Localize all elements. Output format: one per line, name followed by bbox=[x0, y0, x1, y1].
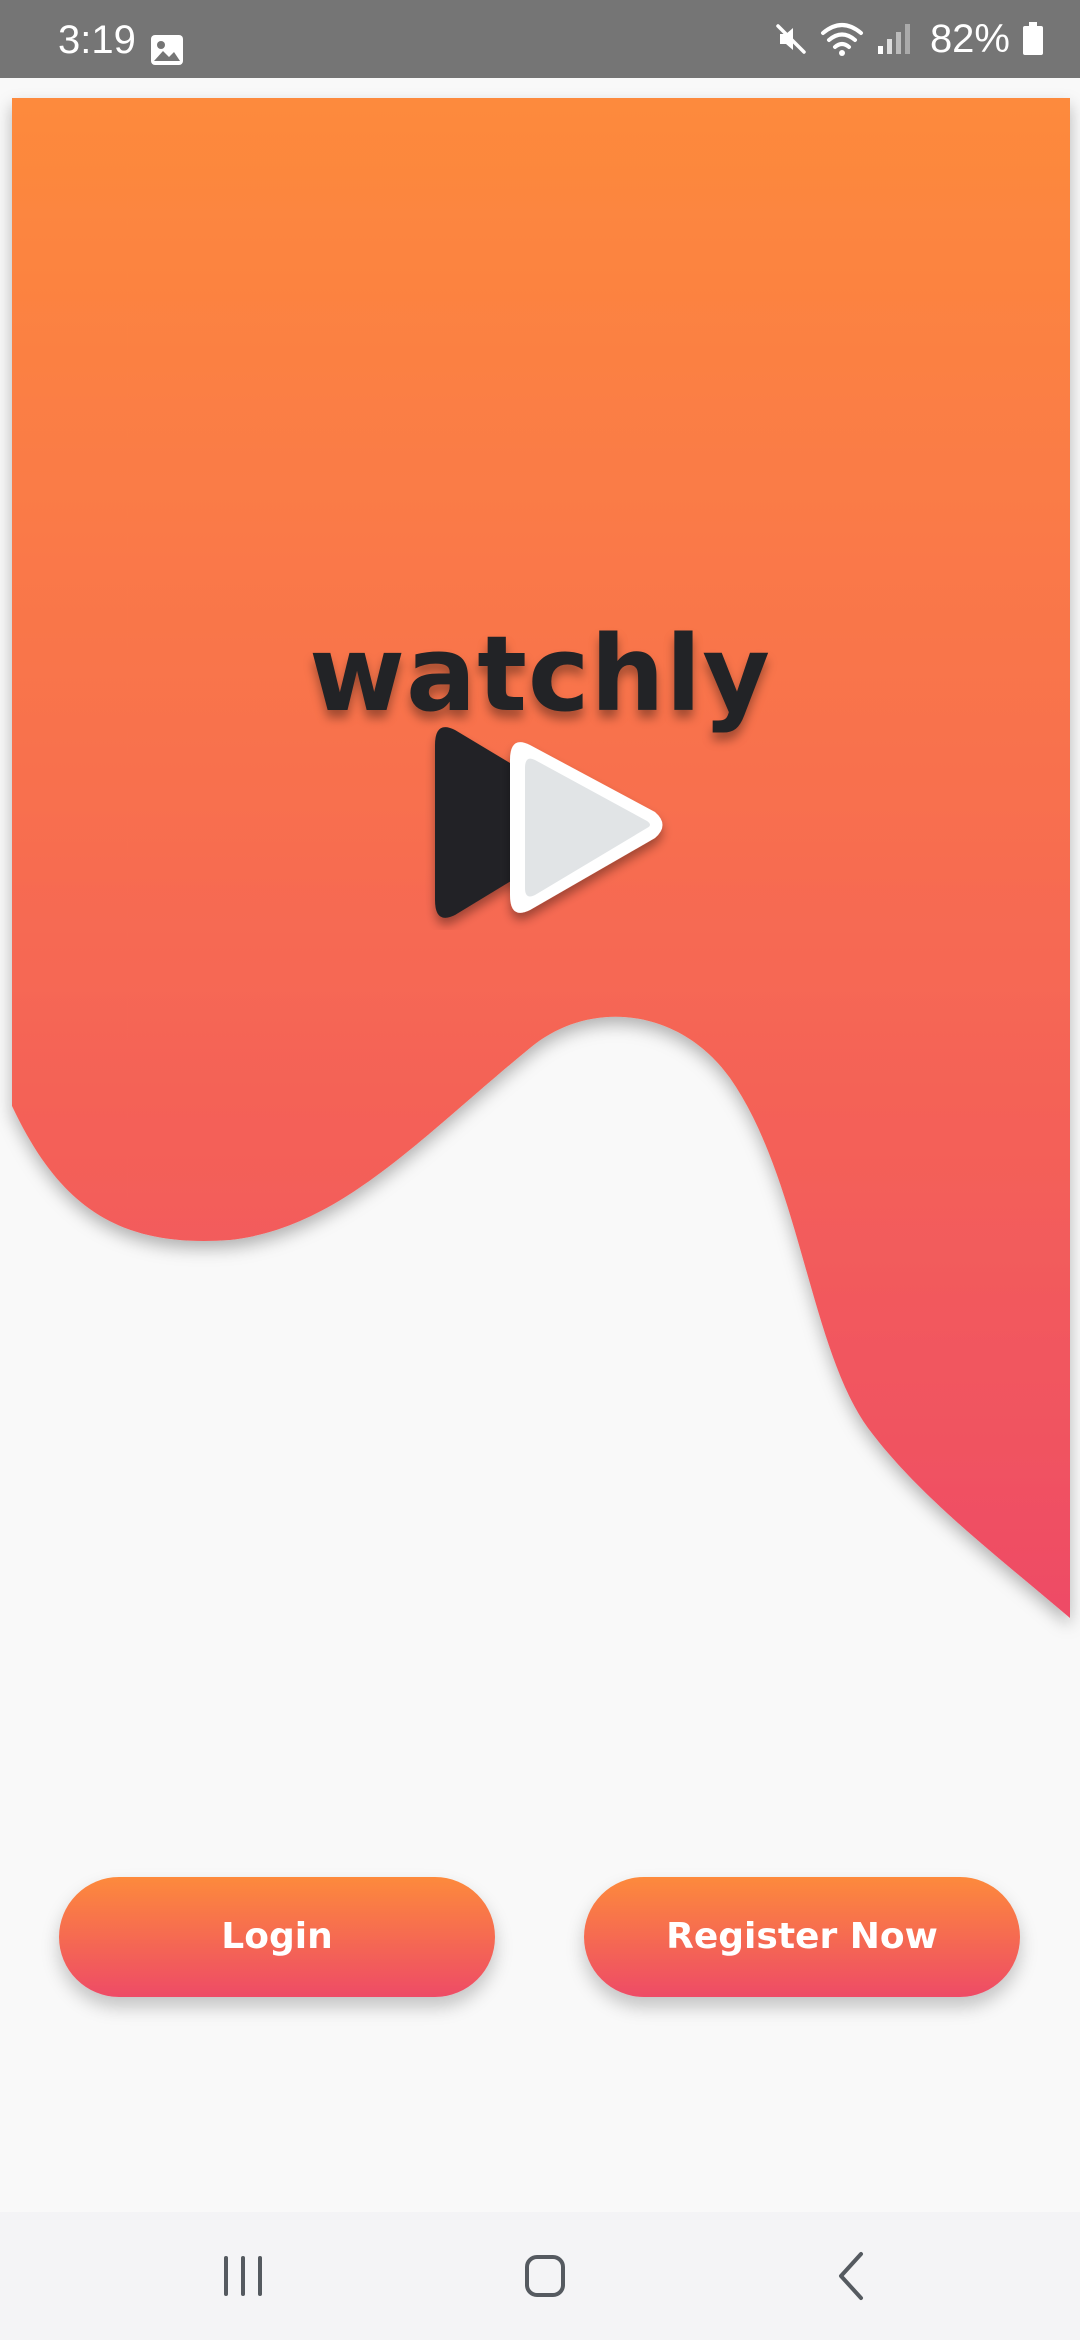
login-button[interactable]: Login bbox=[59, 1877, 495, 1997]
battery-percentage: 82% bbox=[929, 17, 1010, 61]
signal-icon bbox=[877, 24, 910, 54]
status-bar: 3:19 82% bbox=[0, 0, 1080, 78]
battery-icon bbox=[1023, 22, 1043, 55]
home-icon[interactable] bbox=[500, 2240, 590, 2312]
hero-banner: watchly bbox=[0, 78, 1080, 1668]
brand-name: watchly bbox=[308, 613, 772, 735]
recents-icon[interactable] bbox=[198, 2240, 288, 2312]
status-icons: 82% bbox=[774, 14, 1044, 64]
register-now-button[interactable]: Register Now bbox=[584, 1877, 1020, 1997]
system-nav-bar bbox=[0, 2212, 1080, 2340]
mute-icon bbox=[776, 24, 806, 54]
back-icon[interactable] bbox=[805, 2240, 895, 2312]
status-time: 3:19 bbox=[58, 18, 136, 62]
gallery-icon bbox=[151, 35, 183, 65]
welcome-screen: 3:19 82% watchly Login Register Now bbox=[0, 0, 1080, 2340]
wifi-icon bbox=[820, 23, 863, 56]
play-logo-icon bbox=[435, 727, 663, 918]
